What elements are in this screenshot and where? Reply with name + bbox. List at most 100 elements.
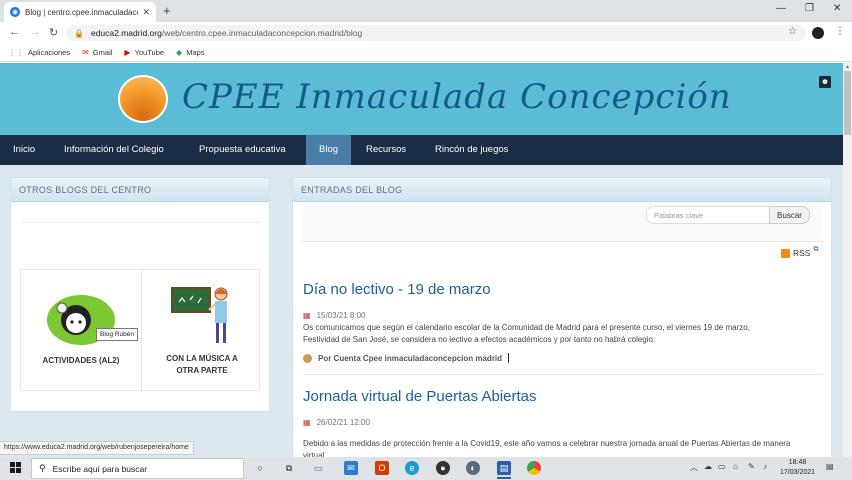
bookmark-label: Aplicaciones [28,48,71,57]
file-explorer-icon[interactable]: ▭ [311,461,325,475]
web-page: CPEE Inmaculada Concepción ☻ Inicio Info… [0,63,843,457]
bookmark-label: Maps [186,48,205,57]
search-button[interactable]: Buscar [769,206,810,224]
clock-date: 17/03/2021 [780,469,816,476]
clock-time: 18:48 [788,459,807,466]
bookmark-maps[interactable]: ◆ Maps [176,48,205,57]
windows-taskbar: ⚲ Escribe aquí para buscar ○ ⧉ ▭ ✉ O e ●… [0,457,852,480]
nav-recursos[interactable]: Recursos [366,135,406,165]
close-window-icon[interactable]: ✕ [833,3,841,14]
nav-propuesta-educativa[interactable]: Propuesta educativa [199,135,286,165]
scroll-up-icon[interactable]: ▲ [845,64,850,70]
entry-title[interactable]: Jornada virtual de Puertas Abiertas [303,388,536,405]
external-link-icon: ⧉ [813,246,819,253]
entry-date-text: 26/02/21 12:00 [316,418,370,427]
bookmarks-bar: ⋮⋮ Aplicaciones ✉ Gmail ▶ YouTube ◆ Maps [0,44,852,62]
link-status-bar: https://www.educa2.madrid.org/web/rubenj… [0,441,194,455]
maximize-icon[interactable]: ❐ [805,3,814,14]
entry-date: ▦ 15/03/21 8:00 [303,311,366,320]
windows-start-icon[interactable] [10,462,21,473]
entry-author[interactable]: Por Cuenta Cpee inmaculadaconcepcion mad… [303,353,510,363]
divider [21,222,261,223]
forward-icon[interactable]: → [30,26,41,38]
rss-label: RSS [793,248,811,258]
bookmark-label: YouTube [134,48,165,57]
search-icon: ⚲ [39,463,46,473]
site-title[interactable]: CPEE Inmaculada Concepción [182,77,732,117]
mail-icon[interactable]: ✉ [344,461,358,475]
chrome-icon[interactable] [527,461,541,475]
apps-grid-icon: ⋮⋮ [8,48,24,57]
maps-icon: ◆ [176,48,183,57]
edge-icon[interactable]: e [405,461,419,475]
youtube-icon: ▶ [124,48,131,57]
task-view-icon[interactable]: ⧉ [282,461,296,475]
nav-blog[interactable]: Blog [306,135,352,165]
back-icon[interactable]: ← [9,26,20,38]
taskbar-search[interactable]: ⚲ Escribe aquí para buscar [31,458,244,479]
rss-icon [781,248,790,258]
recorder-app-icon[interactable]: ◐ [466,461,480,475]
browser-toolbar: ← → ↻ 🔒 educa2.madrid.org/web/centro.cpe… [0,22,852,44]
network-icon[interactable]: ⌂ [733,462,738,471]
taskbar-search-text: Escribe aquí para buscar [52,463,148,474]
author-avatar-icon [303,353,312,363]
show-hidden-icons[interactable]: ︿ [690,462,698,473]
bookmark-star-icon[interactable]: ☆ [788,26,797,37]
minimize-icon[interactable]: — [776,3,786,14]
other-blogs-panel: OTROS BLOGS DEL CENTRO ACTIVIDADES (AL2) [10,177,270,412]
entry-author-text: Por Cuenta Cpee inmaculadaconcepcion mad… [318,353,503,363]
new-tab-button[interactable]: + [163,3,171,18]
cortana-icon[interactable]: ○ [253,461,267,475]
shell-logo[interactable] [118,75,168,123]
nav-rincon-juegos[interactable]: Rincón de juegos [435,135,508,165]
media-app-icon[interactable]: ● [436,461,450,475]
volume-icon[interactable]: ♪ [763,462,767,471]
blog-musica-image [171,287,228,343]
text-cursor [508,353,510,363]
panel-heading: ENTRADAS DEL BLOG [293,178,831,202]
profile-avatar[interactable] [812,27,824,39]
notifications-icon[interactable]: ▤ [826,462,834,471]
site-banner: CPEE Inmaculada Concepción ☻ [0,63,843,135]
close-tab-icon[interactable]: ✕ [142,7,150,18]
entry-excerpt: Os comunicamos que según el calendario e… [303,323,750,344]
kebab-menu-icon[interactable]: ⋮ [835,26,845,37]
onedrive-icon[interactable]: ☁ [704,462,712,471]
tooltip: Blog Rubén [96,328,138,341]
bookmark-apps[interactable]: ⋮⋮ Aplicaciones [8,48,70,57]
url-host: educa2.madrid.org [90,28,162,38]
bookmark-gmail[interactable]: ✉ Gmail [82,48,112,57]
scrollbar-thumb[interactable] [844,71,851,135]
reload-icon[interactable]: ↻ [49,26,58,39]
active-app-indicator [497,477,511,479]
entry-date-text: 15/03/21 8:00 [316,311,366,320]
calendar-icon: ▦ [303,418,311,427]
address-bar[interactable]: 🔒 educa2.madrid.org/web/centro.cpee.inma… [66,25,806,41]
lock-icon: 🔒 [74,28,84,38]
search-input[interactable]: Palabras clave [646,206,769,224]
gmail-icon: ✉ [82,48,89,57]
blog-label: CON LA MÚSICA A OTRA PARTE [166,354,238,375]
page-scrollbar[interactable]: ▲ [843,63,852,457]
bookmark-youtube[interactable]: ▶ YouTube [124,48,164,57]
user-icon[interactable]: ☻ [819,76,831,88]
blog-label: ACTIVIDADES (AL2) [42,356,120,365]
input-icon[interactable]: ✎ [748,462,755,471]
entry-title[interactable]: Día no lectivo - 19 de marzo [303,281,491,298]
calendar-icon: ▦ [303,311,311,320]
main-navigation: Inicio Información del Colegio Propuesta… [0,135,843,165]
browser-tabstrip: ◉ Blog | centro.cpee.inmaculadaconcepcio… [0,0,852,22]
panel-heading: OTROS BLOGS DEL CENTRO [11,178,269,202]
browser-tab[interactable]: ◉ Blog | centro.cpee.inmaculadaconcepcio… [4,2,156,22]
office-icon[interactable]: O [375,461,389,475]
document-app-icon[interactable]: ▤ [497,461,511,475]
system-clock[interactable]: 18:48 17/03/2021 [780,458,815,478]
nav-informacion-colegio[interactable]: Información del Colegio [64,135,164,165]
blog-grid: ACTIVIDADES (AL2) CON LA MÚSICA A OTRA P… [20,269,261,392]
rss-link[interactable]: RSS ⧉ [781,246,819,258]
battery-icon[interactable]: ▭ [718,462,726,471]
blog-musica[interactable]: CON LA MÚSICA A OTRA PARTE [141,270,261,392]
entry-separator [303,374,823,375]
nav-inicio[interactable]: Inicio [13,135,35,165]
